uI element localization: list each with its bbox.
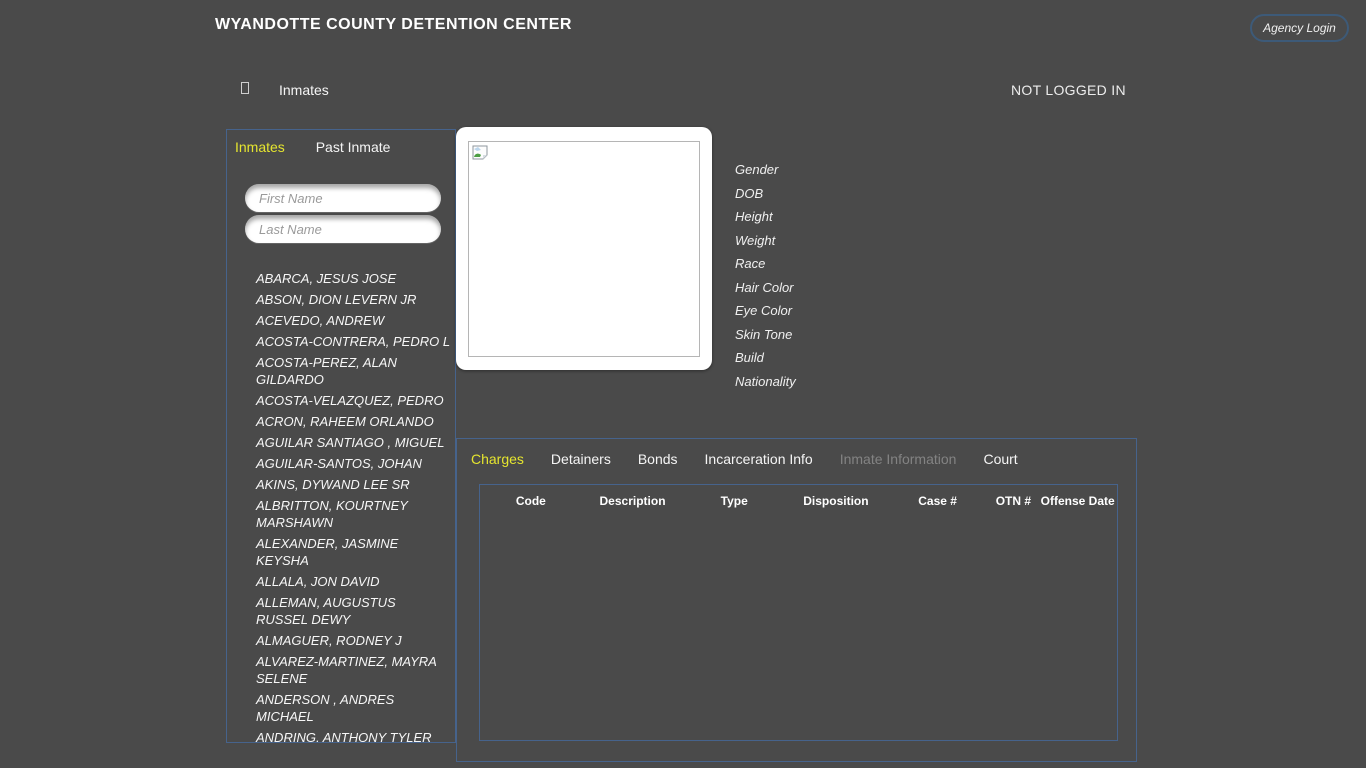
agency-login-button[interactable]: Agency Login: [1250, 14, 1349, 42]
demographic-field-label: Build: [735, 346, 796, 370]
charges-table: Code Description Type Disposition Case #…: [479, 484, 1118, 741]
column-header-case: Case #: [887, 494, 989, 508]
inmate-list-item[interactable]: ALVAREZ-MARTINEZ, MAYRA SELENE: [256, 651, 451, 689]
inmate-photo-placeholder: [468, 141, 700, 357]
column-header-description: Description: [582, 494, 684, 508]
inmate-list-item[interactable]: ALBRITTON, KOURTNEY MARSHAWN: [256, 495, 451, 533]
inmate-list-item[interactable]: ALLALA, JON DAVID: [256, 571, 451, 592]
broken-image-icon: [472, 145, 488, 161]
demographic-field-label: Gender: [735, 158, 796, 182]
column-header-type: Type: [683, 494, 785, 508]
tab-incarceration-info[interactable]: Incarceration Info: [705, 451, 813, 467]
inmate-list-item[interactable]: ACRON, RAHEEM ORLANDO: [256, 411, 451, 432]
search-panel-tabs: Inmates Past Inmate: [227, 130, 455, 155]
login-status: NOT LOGGED IN: [1011, 82, 1126, 98]
tab-court[interactable]: Court: [983, 451, 1017, 467]
charges-table-header: Code Description Type Disposition Case #…: [480, 485, 1117, 508]
inmate-list-item[interactable]: ANDRING, ANTHONY TYLER: [256, 727, 451, 743]
inmate-list-item[interactable]: ALMAGUER, RODNEY J: [256, 630, 451, 651]
inmate-details-panel: Charges Detainers Bonds Incarceration In…: [456, 438, 1137, 762]
column-header-otn: OTN #: [988, 494, 1038, 508]
nav-bar: Inmates NOT LOGGED IN: [0, 78, 1366, 104]
inmate-list-item[interactable]: ABSON, DION LEVERN JR: [256, 289, 451, 310]
inmate-photo-card: [456, 127, 712, 370]
inmate-list: ABARCA, JESUS JOSEABSON, DION LEVERN JRA…: [227, 268, 455, 743]
inmate-list-item[interactable]: ACOSTA-CONTRERA, PEDRO L: [256, 331, 451, 352]
demographic-field-label: Height: [735, 205, 796, 229]
demographic-field-label: Nationality: [735, 370, 796, 394]
column-header-offense-date: Offense Date: [1038, 494, 1117, 508]
column-header-code: Code: [480, 494, 582, 508]
inmate-demographics: GenderDOBHeightWeightRaceHair ColorEye C…: [735, 158, 796, 393]
first-name-input[interactable]: [245, 184, 441, 212]
inmate-search-panel: Inmates Past Inmate ABARCA, JESUS JOSEAB…: [226, 129, 456, 743]
tab-inmates[interactable]: Inmates: [235, 139, 285, 155]
inmate-list-item[interactable]: ACEVEDO, ANDREW: [256, 310, 451, 331]
demographic-field-label: DOB: [735, 182, 796, 206]
demographic-field-label: Weight: [735, 229, 796, 253]
inmate-list-item[interactable]: AGUILAR-SANTOS, JOHAN: [256, 453, 451, 474]
inmate-list-item[interactable]: ACOSTA-PEREZ, ALAN GILDARDO: [256, 352, 451, 390]
inmate-list-item[interactable]: ABARCA, JESUS JOSE: [256, 268, 451, 289]
last-name-input[interactable]: [245, 215, 441, 243]
demographic-field-label: Race: [735, 252, 796, 276]
demographic-field-label: Eye Color: [735, 299, 796, 323]
inmate-list-item[interactable]: ANDERSON , ANDRES MICHAEL: [256, 689, 451, 727]
inmate-list-item[interactable]: ALEXANDER, JASMINE KEYSHA: [256, 533, 451, 571]
inmate-list-item[interactable]: ALLEMAN, AUGUSTUS RUSSEL DEWY: [256, 592, 451, 630]
nav-item-inmates[interactable]: Inmates: [279, 82, 329, 98]
tab-past-inmate[interactable]: Past Inmate: [316, 139, 391, 155]
tab-inmate-information: Inmate Information: [840, 451, 957, 467]
tab-bonds[interactable]: Bonds: [638, 451, 678, 467]
page-title: WYANDOTTE COUNTY DETENTION CENTER: [215, 16, 572, 34]
demographic-field-label: Skin Tone: [735, 323, 796, 347]
tab-charges[interactable]: Charges: [471, 451, 524, 467]
column-header-disposition: Disposition: [785, 494, 887, 508]
inmates-nav-icon: [241, 82, 249, 94]
demographic-field-label: Hair Color: [735, 276, 796, 300]
inmate-list-item[interactable]: ACOSTA-VELAZQUEZ, PEDRO: [256, 390, 451, 411]
tab-detainers[interactable]: Detainers: [551, 451, 611, 467]
inmate-list-item[interactable]: AGUILAR SANTIAGO , MIGUEL: [256, 432, 451, 453]
details-tabs: Charges Detainers Bonds Incarceration In…: [457, 439, 1136, 467]
inmate-list-item[interactable]: AKINS, DYWAND LEE SR: [256, 474, 451, 495]
